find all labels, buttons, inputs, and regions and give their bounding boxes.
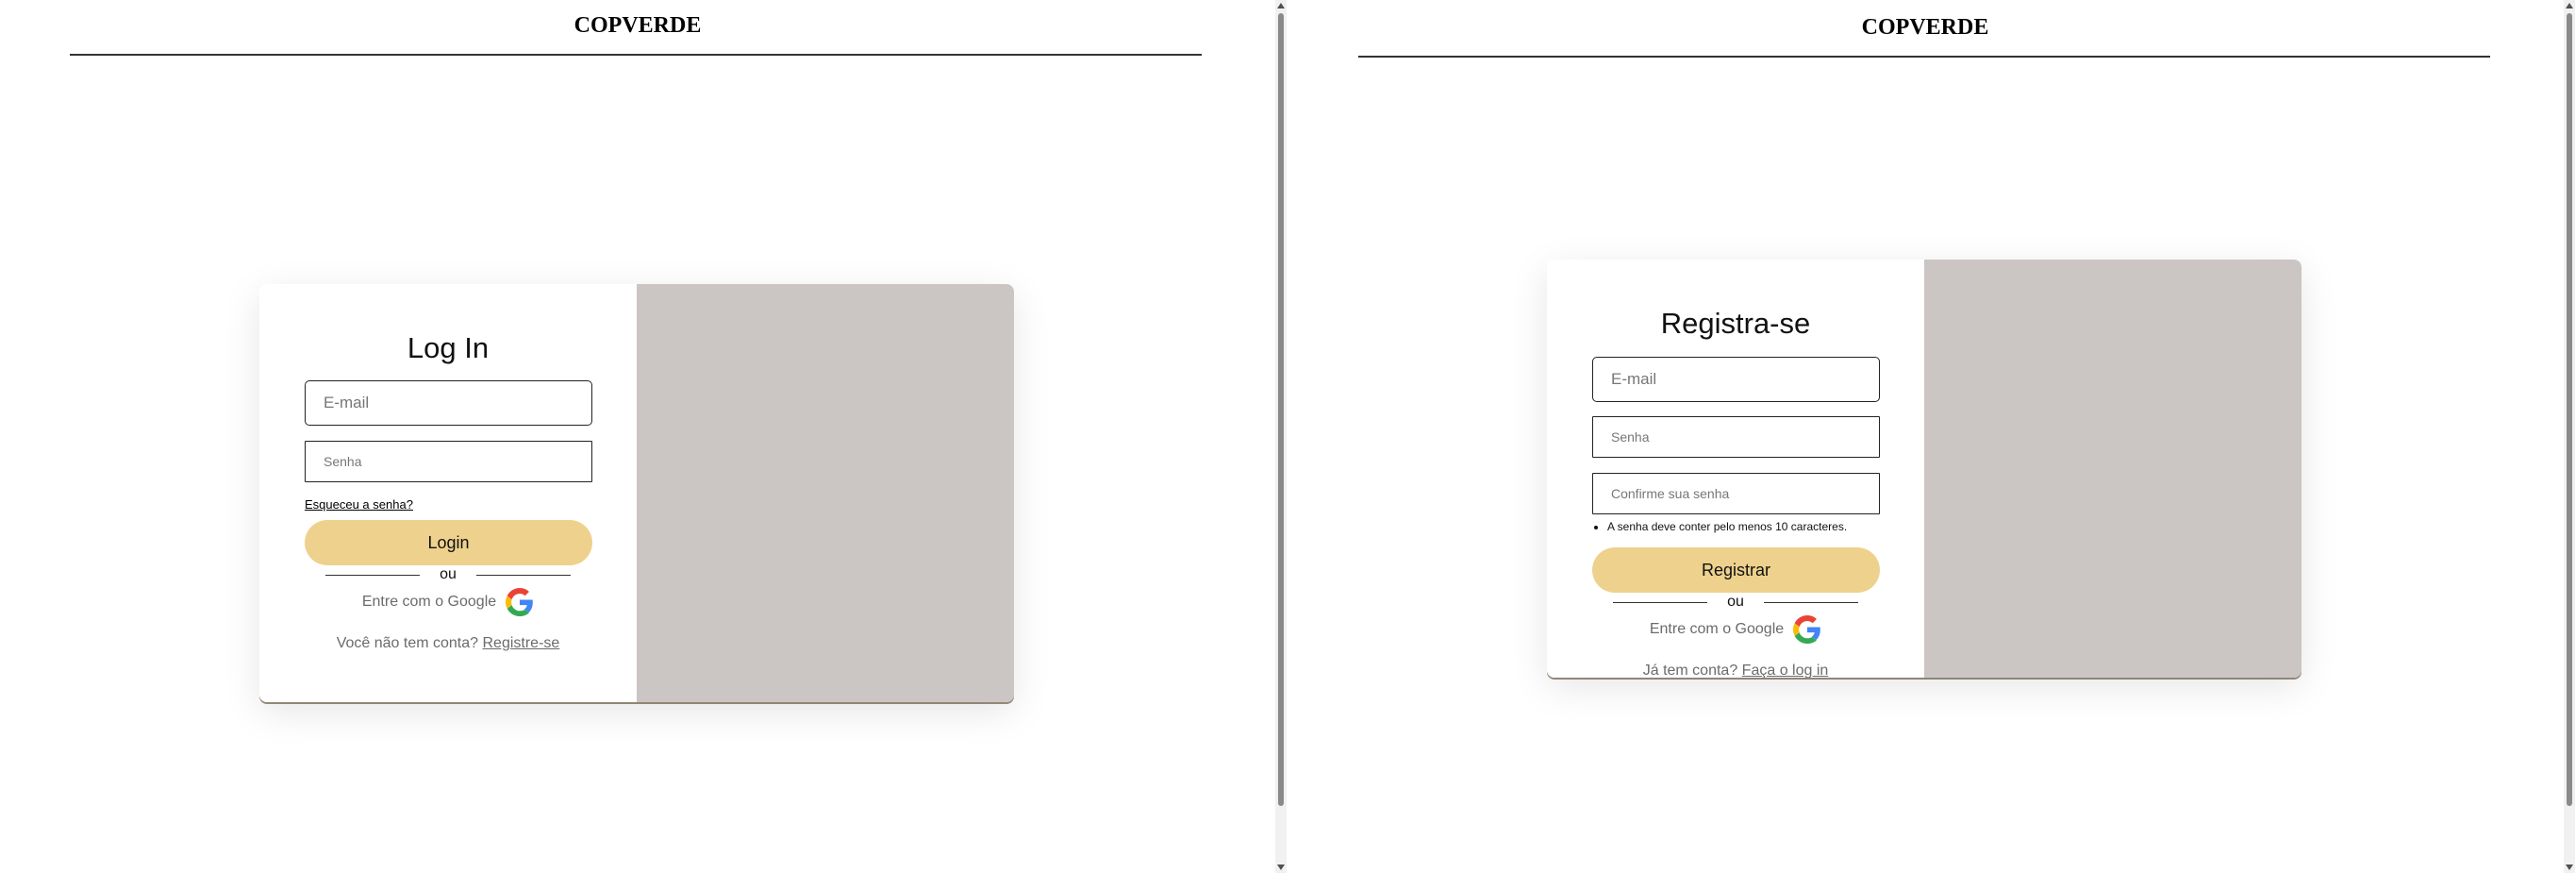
login-card: Log In Esqueceu a senha? Login ou Entre … bbox=[259, 284, 1014, 702]
scroll-down-arrow-icon[interactable] bbox=[2566, 865, 2573, 870]
brand-title: COPVERDE bbox=[573, 13, 702, 38]
google-icon bbox=[1793, 615, 1820, 644]
divider-line-right bbox=[1764, 602, 1858, 603]
form-title: Registra-se bbox=[1660, 307, 1811, 340]
scroll-thumb[interactable] bbox=[1278, 13, 1284, 806]
google-icon bbox=[506, 588, 533, 616]
password-input[interactable] bbox=[1592, 416, 1880, 458]
password-input[interactable] bbox=[305, 441, 592, 482]
login-page: COPVERDE Log In Esqueceu a senha? Login … bbox=[0, 0, 1275, 873]
confirm-password-input[interactable] bbox=[1592, 473, 1880, 514]
divider-text: ou bbox=[440, 566, 457, 582]
email-input[interactable] bbox=[305, 380, 592, 426]
register-prompt: Você não tem conta? Registre-se bbox=[259, 635, 637, 652]
header-divider bbox=[1358, 56, 2490, 58]
google-login-button[interactable]: Entre com o Google bbox=[259, 588, 637, 616]
register-link[interactable]: Registre-se bbox=[482, 635, 559, 651]
scroll-up-arrow-icon[interactable] bbox=[2566, 3, 2573, 8]
register-prompt-text: Você não tem conta? bbox=[336, 635, 479, 651]
login-button[interactable]: Login bbox=[305, 520, 592, 565]
password-requirements: A senha deve conter pelo menos 10 caract… bbox=[1592, 520, 1847, 533]
left-scrollbar[interactable] bbox=[1275, 0, 1287, 873]
brand-title: COPVERDE bbox=[1861, 15, 1989, 40]
login-link[interactable]: Faça o log in bbox=[1742, 663, 1829, 678]
register-page: COPVERDE Registra-se A senha deve conter… bbox=[1287, 0, 2564, 873]
google-login-label: Entre com o Google bbox=[361, 594, 497, 610]
scroll-down-arrow-icon[interactable] bbox=[1277, 865, 1285, 870]
google-login-button[interactable]: Entre com o Google bbox=[1547, 615, 1924, 644]
login-form: Log In Esqueceu a senha? Login ou Entre … bbox=[259, 284, 637, 702]
right-scrollbar[interactable] bbox=[2564, 0, 2575, 873]
header-divider bbox=[70, 54, 1202, 56]
image-panel bbox=[637, 284, 1014, 702]
login-prompt: Já tem conta? Faça o log in bbox=[1547, 663, 1924, 678]
password-hint: A senha deve conter pelo menos 10 caract… bbox=[1607, 520, 1847, 533]
login-prompt-text: Já tem conta? bbox=[1642, 663, 1738, 678]
register-form: Registra-se A senha deve conter pelo men… bbox=[1547, 260, 1924, 678]
register-card: Registra-se A senha deve conter pelo men… bbox=[1547, 260, 2302, 678]
divider-text: ou bbox=[1727, 594, 1744, 610]
form-title: Log In bbox=[407, 331, 490, 364]
forgot-password-link[interactable]: Esqueceu a senha? bbox=[305, 497, 413, 512]
email-input[interactable] bbox=[1592, 357, 1880, 402]
register-button[interactable]: Registrar bbox=[1592, 547, 1880, 593]
image-panel bbox=[1924, 260, 2302, 678]
scroll-up-arrow-icon[interactable] bbox=[1277, 3, 1285, 8]
google-login-label: Entre com o Google bbox=[1649, 621, 1785, 637]
scroll-thumb[interactable] bbox=[2567, 13, 2572, 806]
divider-line-right bbox=[476, 575, 571, 576]
